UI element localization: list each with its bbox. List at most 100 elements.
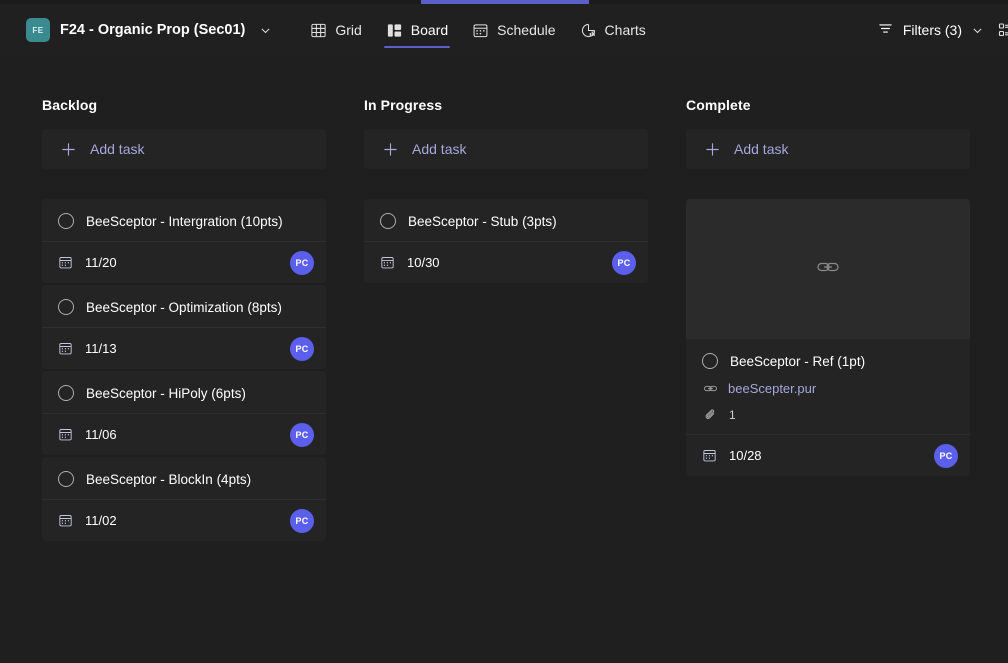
- app-header: FE F24 - Organic Prop (Sec01) Grid Board…: [0, 4, 1008, 56]
- card-body: BeeSceptor - Intergration (10pts): [42, 199, 326, 241]
- group-by-button[interactable]: [998, 21, 1008, 39]
- due-date-text: 11/13: [85, 341, 117, 356]
- tab-schedule-label: Schedule: [497, 22, 556, 38]
- calendar-icon: [58, 255, 73, 270]
- card-attachments[interactable]: 1: [702, 408, 954, 422]
- tab-board-label: Board: [410, 22, 449, 38]
- due-date-text: 11/02: [85, 513, 117, 528]
- avatar[interactable]: PC: [290, 336, 314, 361]
- filter-icon: [877, 20, 894, 40]
- task-title: BeeSceptor - Ref (1pt): [730, 353, 866, 369]
- avatar[interactable]: PC: [290, 250, 314, 275]
- card-body: BeeSceptor - HiPoly (6pts): [42, 371, 326, 413]
- avatar[interactable]: PC: [290, 508, 314, 533]
- card-footer: 11/13 PC: [42, 327, 326, 369]
- due-date-text: 11/06: [85, 427, 117, 442]
- tab-charts-label: Charts: [604, 22, 646, 38]
- card-preview[interactable]: [686, 199, 970, 339]
- card-head: BeeSceptor - Stub (3pts): [380, 213, 632, 229]
- grid-icon: [310, 22, 327, 39]
- card-head: BeeSceptor - Optimization (8pts): [58, 299, 310, 315]
- add-task-label: Add task: [412, 141, 467, 157]
- chart-pie-icon: [580, 22, 597, 39]
- card-footer: 11/06 PC: [42, 413, 326, 455]
- calendar-icon: [702, 448, 717, 463]
- card-link[interactable]: beeScepter.pur: [702, 381, 954, 396]
- chevron-down-icon[interactable]: [971, 24, 984, 37]
- tab-board[interactable]: Board: [374, 4, 460, 56]
- tab-charts[interactable]: Charts: [568, 4, 658, 56]
- add-task-label: Add task: [734, 141, 789, 157]
- task-title: BeeSceptor - Optimization (8pts): [86, 299, 282, 315]
- card-body: BeeSceptor - BlockIn (4pts): [42, 457, 326, 499]
- task-checkbox[interactable]: [380, 213, 396, 229]
- plus-icon: [704, 141, 721, 158]
- card-head: BeeSceptor - HiPoly (6pts): [58, 385, 310, 401]
- kanban-board: Backlog Add task BeeSceptor - Intergrati…: [0, 56, 1008, 663]
- task-checkbox[interactable]: [58, 299, 74, 315]
- header-actions: Filters (3): [873, 14, 1008, 46]
- card-footer: 11/20 PC: [42, 241, 326, 283]
- column-title: Complete: [686, 97, 751, 113]
- view-tabs: Grid Board Schedule Charts: [298, 4, 657, 56]
- task-card[interactable]: BeeSceptor - Ref (1pt) beeScepter.pur 1 …: [686, 199, 970, 476]
- due-date[interactable]: 10/28: [702, 448, 762, 463]
- avatar[interactable]: PC: [934, 443, 958, 468]
- task-title: BeeSceptor - Stub (3pts): [408, 213, 557, 229]
- chevron-down-icon[interactable]: [259, 24, 272, 37]
- tab-grid[interactable]: Grid: [298, 4, 373, 56]
- plus-icon: [382, 141, 399, 158]
- card-footer: 10/30 PC: [364, 241, 648, 283]
- paperclip-icon: [704, 408, 718, 422]
- column-title: Backlog: [42, 97, 98, 113]
- avatar[interactable]: PC: [612, 250, 636, 275]
- due-date[interactable]: 11/13: [58, 341, 117, 356]
- calendar-icon: [380, 255, 395, 270]
- card-body: BeeSceptor - Stub (3pts): [364, 199, 648, 241]
- task-checkbox[interactable]: [702, 353, 718, 369]
- due-date-text: 10/28: [729, 448, 762, 463]
- attachment-count: 1: [729, 408, 736, 422]
- avatar[interactable]: PC: [290, 422, 314, 447]
- link-icon: [703, 381, 718, 396]
- add-task-button-complete[interactable]: Add task: [686, 129, 970, 169]
- task-checkbox[interactable]: [58, 471, 74, 487]
- card-head: BeeSceptor - Ref (1pt): [702, 353, 954, 369]
- filters-button[interactable]: Filters (3): [873, 14, 988, 46]
- task-title: BeeSceptor - BlockIn (4pts): [86, 471, 252, 487]
- card-link-text: beeScepter.pur: [728, 381, 817, 396]
- task-card[interactable]: BeeSceptor - Stub (3pts) 10/30 PC: [364, 199, 648, 283]
- card-footer: 11/02 PC: [42, 499, 326, 541]
- task-checkbox[interactable]: [58, 213, 74, 229]
- card-footer: 10/28 PC: [686, 434, 970, 476]
- due-date[interactable]: 10/30: [380, 255, 440, 270]
- card-head: BeeSceptor - Intergration (10pts): [58, 213, 310, 229]
- plus-icon: [60, 141, 77, 158]
- column-backlog: Backlog Add task BeeSceptor - Intergrati…: [42, 97, 326, 663]
- task-card[interactable]: BeeSceptor - Optimization (8pts) 11/13 P…: [42, 285, 326, 369]
- add-task-button-in-progress[interactable]: Add task: [364, 129, 648, 169]
- due-date[interactable]: 11/06: [58, 427, 117, 442]
- task-card[interactable]: BeeSceptor - Intergration (10pts) 11/20 …: [42, 199, 326, 283]
- task-title: BeeSceptor - HiPoly (6pts): [86, 385, 246, 401]
- tab-schedule[interactable]: Schedule: [460, 4, 567, 56]
- due-date[interactable]: 11/20: [58, 255, 117, 270]
- calendar-icon: [58, 341, 73, 356]
- task-card[interactable]: BeeSceptor - HiPoly (6pts) 11/06 PC: [42, 371, 326, 455]
- brand[interactable]: FE F24 - Organic Prop (Sec01): [26, 18, 272, 42]
- calendar-icon: [58, 513, 73, 528]
- tab-grid-label: Grid: [335, 22, 362, 38]
- card-head: BeeSceptor - BlockIn (4pts): [58, 471, 310, 487]
- task-checkbox[interactable]: [58, 385, 74, 401]
- app-logo: FE: [26, 18, 50, 42]
- column-in-progress: In Progress Add task BeeSceptor - Stub (…: [364, 97, 648, 663]
- due-date[interactable]: 11/02: [58, 513, 117, 528]
- page-title: F24 - Organic Prop (Sec01): [60, 22, 246, 38]
- calendar-icon: [472, 22, 489, 39]
- board-icon: [386, 22, 403, 39]
- card-body: BeeSceptor - Optimization (8pts): [42, 285, 326, 327]
- task-card[interactable]: BeeSceptor - BlockIn (4pts) 11/02 PC: [42, 457, 326, 541]
- link-icon: [815, 254, 841, 285]
- add-task-button-backlog[interactable]: Add task: [42, 129, 326, 169]
- add-task-label: Add task: [90, 141, 145, 157]
